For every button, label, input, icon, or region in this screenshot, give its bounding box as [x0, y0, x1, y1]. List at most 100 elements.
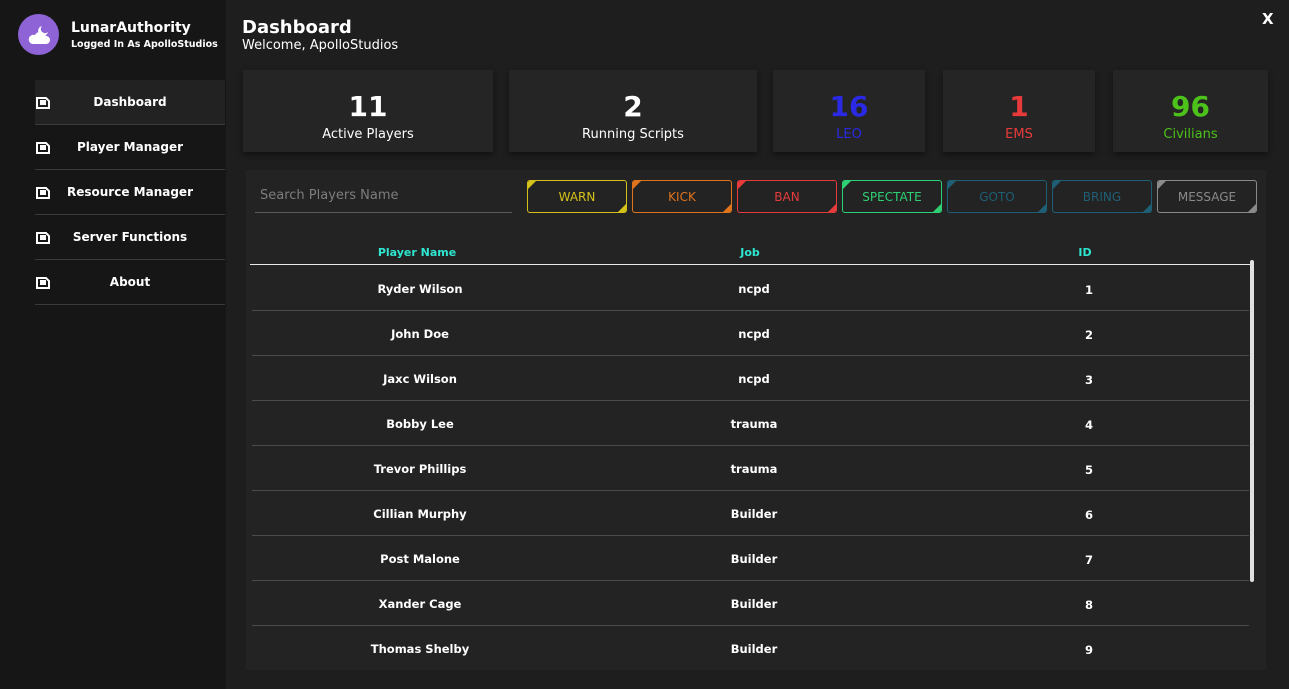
stat-label: Civilians — [1163, 127, 1218, 142]
job-cell: trauma — [730, 416, 778, 431]
corner-accent — [1143, 204, 1151, 212]
job-cell: ncpd — [738, 281, 770, 296]
player-name-cell: Thomas Shelby — [370, 641, 470, 656]
button-label: BAN — [774, 189, 800, 204]
corner-accent — [933, 204, 941, 212]
stat-label: Active Players — [322, 127, 414, 142]
corner-accent — [1248, 204, 1256, 212]
job-cell: Builder — [730, 551, 778, 566]
column-header-id[interactable]: ID — [1060, 246, 1110, 259]
stat-value: 1 — [1009, 90, 1029, 123]
stat-value: 96 — [1171, 90, 1210, 123]
corner-accent — [723, 204, 731, 212]
ban-button[interactable]: BAN — [737, 180, 837, 213]
corner-accent — [618, 204, 626, 212]
corner-accent — [948, 181, 956, 189]
table-row[interactable]: Xander Cage Builder 8 — [252, 581, 1249, 626]
table-row[interactable]: Bobby Lee trauma 4 — [252, 401, 1249, 446]
corner-accent — [1053, 181, 1061, 189]
brand-title: LunarAuthority — [71, 20, 191, 36]
stat-label: LEO — [836, 127, 862, 142]
column-header-player-name[interactable]: Player Name — [352, 246, 482, 259]
nav-square-icon — [36, 142, 50, 154]
corner-accent — [843, 181, 851, 189]
nav-square-icon — [36, 97, 50, 109]
sidebar-item-dashboard[interactable]: Dashboard — [35, 80, 225, 125]
job-cell: Builder — [730, 641, 778, 656]
corner-accent — [633, 181, 641, 189]
stat-card-civilians: 96 Civilians — [1113, 70, 1268, 152]
player-name-cell: Post Malone — [380, 551, 460, 566]
sidebar-item-label: Resource Manager — [67, 185, 193, 199]
spectate-button[interactable]: SPECTATE — [842, 180, 942, 213]
bring-button[interactable]: BRING — [1052, 180, 1152, 213]
job-cell: ncpd — [738, 326, 770, 341]
table-row[interactable]: John Doe ncpd 2 — [252, 311, 1249, 356]
nav-square-icon — [36, 187, 50, 199]
goto-button[interactable]: GOTO — [947, 180, 1047, 213]
sidebar-item-resource-manager[interactable]: Resource Manager — [35, 170, 225, 215]
table-row[interactable]: Trevor Phillips trauma 5 — [252, 446, 1249, 491]
table-row[interactable]: Cillian Murphy Builder 6 — [252, 491, 1249, 536]
sidebar-item-label: Server Functions — [72, 230, 188, 244]
id-cell: 4 — [1084, 418, 1093, 432]
stat-card-active-players: 11 Active Players — [243, 70, 493, 152]
nav-square-icon — [36, 277, 50, 289]
id-cell: 8 — [1084, 598, 1093, 612]
table-row[interactable]: Post Malone Builder 7 — [252, 536, 1249, 581]
id-cell: 1 — [1084, 283, 1093, 297]
corner-accent — [1038, 204, 1046, 212]
close-button[interactable]: X — [1262, 10, 1274, 28]
player-name-cell: Cillian Murphy — [373, 506, 467, 521]
stat-value: 11 — [348, 90, 388, 123]
button-label: SPECTATE — [862, 189, 922, 204]
app-window: LunarAuthority Logged In As ApolloStudio… — [0, 0, 1289, 689]
brand: LunarAuthority Logged In As ApolloStudio… — [18, 14, 218, 56]
stat-label: Running Scripts — [582, 127, 684, 142]
button-label: KICK — [668, 189, 696, 204]
table-row[interactable]: Ryder Wilson ncpd 1 — [252, 266, 1249, 311]
id-cell: 7 — [1084, 553, 1093, 567]
moon-cloud-icon — [18, 14, 59, 55]
search-input[interactable]: Search Players Name — [255, 183, 512, 213]
corner-accent — [738, 181, 746, 189]
stat-value: 16 — [829, 90, 869, 123]
stat-card-ems: 1 EMS — [943, 70, 1095, 152]
player-name-cell: Trevor Phillips — [373, 461, 467, 476]
id-cell: 2 — [1084, 328, 1093, 342]
sidebar-item-about[interactable]: About — [35, 260, 225, 305]
button-label: MESSAGE — [1177, 189, 1237, 204]
table-row[interactable]: Jaxc Wilson ncpd 3 — [252, 356, 1249, 401]
id-cell: 9 — [1084, 643, 1093, 657]
stat-label: EMS — [1005, 127, 1033, 142]
job-cell: Builder — [730, 596, 778, 611]
sidebar-item-player-manager[interactable]: Player Manager — [35, 125, 225, 170]
button-label: WARN — [558, 189, 596, 204]
sidebar-nav: Dashboard Player Manager Resource Manager S… — [35, 80, 225, 305]
stat-card-running-scripts: 2 Running Scripts — [509, 70, 757, 152]
job-cell: ncpd — [738, 371, 770, 386]
corner-accent — [1158, 181, 1166, 189]
brand-subtitle: Logged In As ApolloStudios — [71, 39, 218, 50]
table-row[interactable]: Thomas Shelby Builder 9 — [252, 626, 1249, 671]
stat-value: 2 — [623, 90, 643, 123]
player-name-cell: Jaxc Wilson — [383, 371, 457, 386]
corner-accent — [528, 181, 536, 189]
button-label: GOTO — [979, 189, 1015, 204]
sidebar-item-label: Dashboard — [93, 95, 167, 109]
sidebar-item-label: Player Manager — [76, 140, 184, 154]
warn-button[interactable]: WARN — [527, 180, 627, 213]
column-header-job[interactable]: Job — [700, 246, 800, 259]
welcome-text: Welcome, ApolloStudios — [242, 38, 399, 53]
message-button[interactable]: MESSAGE — [1157, 180, 1257, 213]
table-scrollbar[interactable] — [1250, 260, 1254, 582]
page-title: Dashboard — [242, 17, 352, 38]
sidebar: LunarAuthority Logged In As ApolloStudio… — [0, 0, 226, 689]
sidebar-item-server-functions[interactable]: Server Functions — [35, 215, 225, 260]
nav-square-icon — [36, 232, 50, 244]
corner-accent — [828, 204, 836, 212]
player-name-cell: John Doe — [391, 326, 449, 341]
kick-button[interactable]: KICK — [632, 180, 732, 213]
job-cell: Builder — [730, 506, 778, 521]
button-label: BRING — [1082, 189, 1122, 204]
